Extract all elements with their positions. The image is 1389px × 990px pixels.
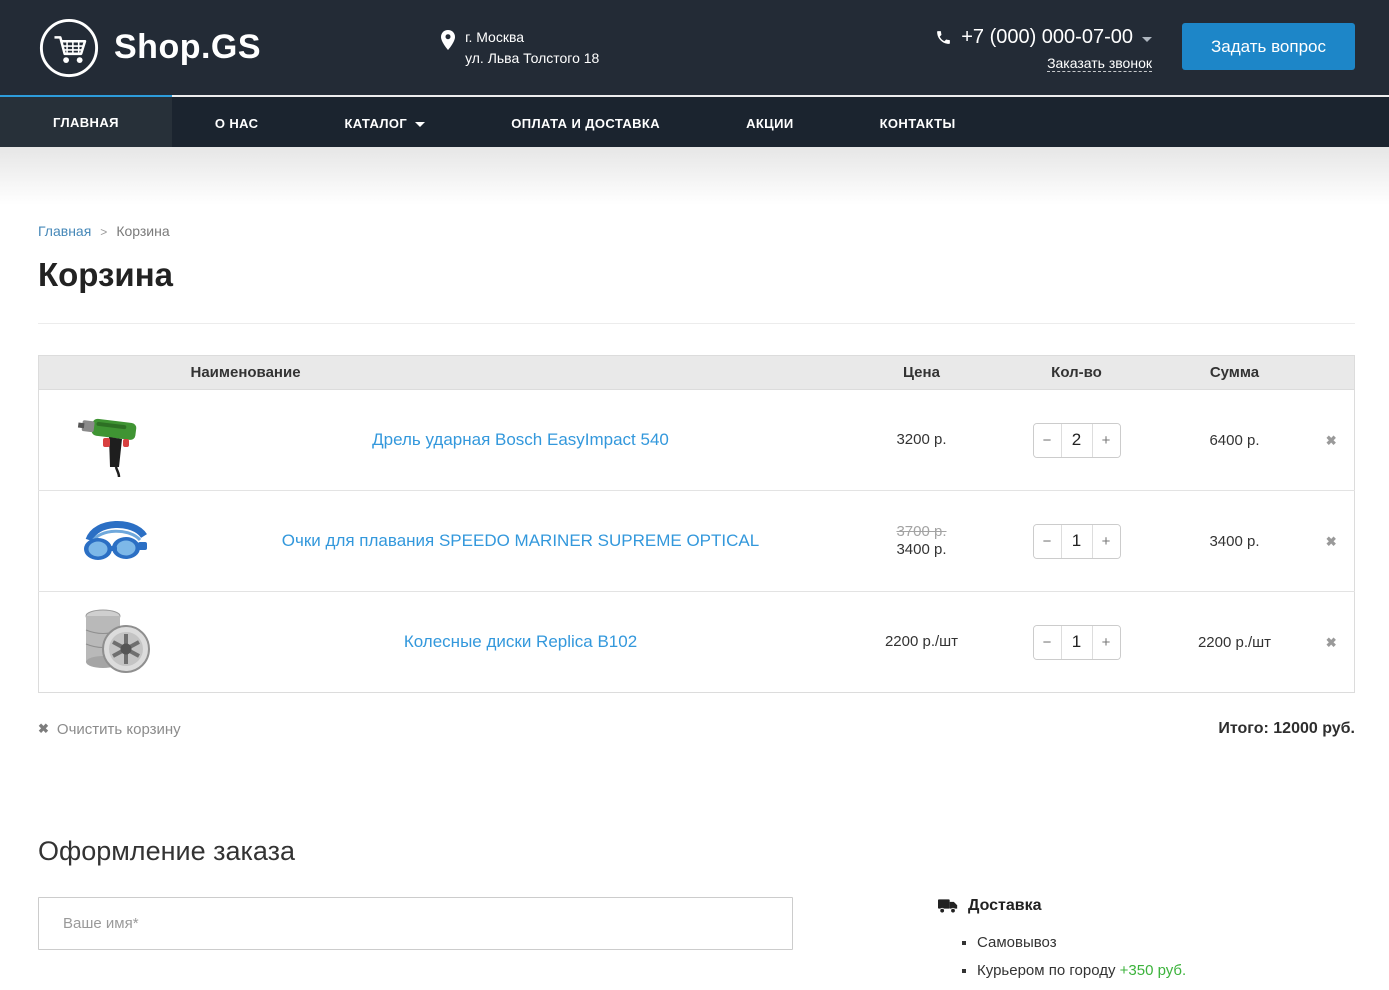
column-header-price: Цена: [851, 356, 993, 390]
product-image-goggles: [76, 502, 154, 580]
quantity-decrease-button[interactable]: −: [1034, 626, 1062, 659]
nav-item-каталог[interactable]: КАТАЛОГ: [301, 97, 468, 149]
nav-item-о-нас[interactable]: О НАС: [172, 97, 302, 149]
cart-table-row: Очки для плавания SPEEDO MARINER SUPREME…: [39, 491, 1355, 592]
remove-item-icon[interactable]: ✖: [1326, 534, 1337, 549]
breadcrumb: Главная > Корзина: [38, 223, 1355, 239]
logo[interactable]: Shop.GS: [38, 17, 261, 79]
sum-cell: 3400 р.: [1161, 491, 1309, 592]
address-street: ул. Льва Толстого 18: [465, 48, 599, 69]
product-image-cell: [39, 491, 191, 592]
sum-cell: 6400 р.: [1161, 390, 1309, 491]
old-price: 3700 р.: [851, 523, 993, 541]
product-link[interactable]: Очки для плавания SPEEDO MARINER SUPREME…: [282, 531, 759, 550]
quantity-stepper[interactable]: − 1 +: [1033, 625, 1121, 660]
price-cell: 3700 р. 3400 р.: [851, 491, 993, 592]
cart-logo-icon: [38, 17, 100, 79]
clear-cart-icon: ✖: [38, 721, 49, 737]
column-header-qty: Кол-во: [993, 356, 1161, 390]
customer-name-input[interactable]: [38, 897, 793, 950]
delivery-option: Курьером по городу +350 руб.: [977, 962, 1186, 979]
quantity-increase-button[interactable]: +: [1092, 626, 1120, 659]
current-price: 3200 р.: [851, 431, 993, 449]
delivery-option: Самовывоз: [977, 934, 1186, 951]
divider: [38, 323, 1355, 324]
breadcrumb-separator: >: [100, 225, 107, 239]
delivery-info: Доставка Самовывоз Курьером по городу +3…: [938, 897, 1186, 990]
product-image-drill: [76, 401, 154, 479]
price-cell: 3200 р.: [851, 390, 993, 491]
page-title: Корзина: [38, 256, 1355, 294]
product-image-cell: [39, 592, 191, 693]
cart-total: Итого: 12000 руб.: [1218, 720, 1355, 738]
phone-icon: [935, 29, 952, 46]
remove-item-icon[interactable]: ✖: [1326, 433, 1337, 448]
sum-cell: 2200 р./шт: [1161, 592, 1309, 693]
cart-table: Наименование Цена Кол-во Сумма Дрель уда…: [38, 355, 1355, 693]
product-link[interactable]: Дрель ударная Bosch EasyImpact 540: [372, 430, 669, 449]
quantity-decrease-button[interactable]: −: [1034, 525, 1062, 558]
cart-table-row: Колесные диски Replica B102 2200 р./шт −…: [39, 592, 1355, 693]
nav-item-главная[interactable]: ГЛАВНАЯ: [0, 95, 172, 147]
quantity-stepper[interactable]: − 2 +: [1033, 423, 1121, 458]
nav-item-оплата-и-доставка[interactable]: ОПЛАТА И ДОСТАВКА: [468, 97, 703, 149]
remove-item-icon[interactable]: ✖: [1326, 635, 1337, 650]
quantity-value[interactable]: 1: [1062, 525, 1092, 558]
product-image-cell: [39, 390, 191, 491]
breadcrumb-home-link[interactable]: Главная: [38, 223, 91, 239]
location-pin-icon: [441, 30, 455, 50]
breadcrumb-current: Корзина: [116, 223, 169, 239]
column-header-sum: Сумма: [1161, 356, 1309, 390]
price-cell: 2200 р./шт: [851, 592, 993, 693]
chevron-down-icon: [1142, 37, 1152, 42]
nav-item-контакты[interactable]: КОНТАКТЫ: [837, 97, 999, 149]
phone-number[interactable]: +7 (000) 000-07-00: [935, 26, 1152, 49]
quantity-stepper[interactable]: − 1 +: [1033, 524, 1121, 559]
nav-item-акции[interactable]: АКЦИИ: [703, 97, 837, 149]
current-price: 2200 р./шт: [851, 633, 993, 651]
clear-cart-button[interactable]: ✖ Очистить корзину: [38, 721, 181, 738]
cart-table-header: Наименование Цена Кол-во Сумма: [39, 356, 1355, 390]
quantity-value[interactable]: 1: [1062, 626, 1092, 659]
logo-text: Shop.GS: [114, 28, 261, 67]
main-nav: ГЛАВНАЯ О НАС КАТАЛОГ ОПЛАТА И ДОСТАВКА …: [0, 95, 1389, 147]
cart-table-row: Дрель ударная Bosch EasyImpact 540 3200 …: [39, 390, 1355, 491]
product-link[interactable]: Колесные диски Replica B102: [404, 632, 637, 651]
address-city: г. Москва: [465, 27, 599, 48]
current-price: 3400 р.: [851, 541, 993, 559]
truck-icon: [938, 899, 958, 914]
top-header: Shop.GS г. Москва ул. Льва Толстого 18 +…: [0, 0, 1389, 95]
quantity-decrease-button[interactable]: −: [1034, 424, 1062, 457]
request-callback-link[interactable]: Заказать звонок: [1047, 55, 1152, 72]
delivery-title: Доставка: [968, 897, 1042, 915]
chevron-down-icon: [415, 122, 425, 127]
quantity-increase-button[interactable]: +: [1092, 424, 1120, 457]
delivery-extra-cost: +350 руб.: [1120, 962, 1187, 979]
quantity-increase-button[interactable]: +: [1092, 525, 1120, 558]
header-shadow: [0, 147, 1389, 205]
checkout-title: Оформление заказа: [38, 836, 1355, 867]
quantity-value[interactable]: 2: [1062, 424, 1092, 457]
product-image-wheels: [76, 603, 154, 681]
column-header-name: Наименование: [191, 356, 851, 390]
ask-question-button[interactable]: Задать вопрос: [1182, 23, 1355, 70]
store-address: г. Москва ул. Льва Толстого 18: [441, 27, 599, 69]
